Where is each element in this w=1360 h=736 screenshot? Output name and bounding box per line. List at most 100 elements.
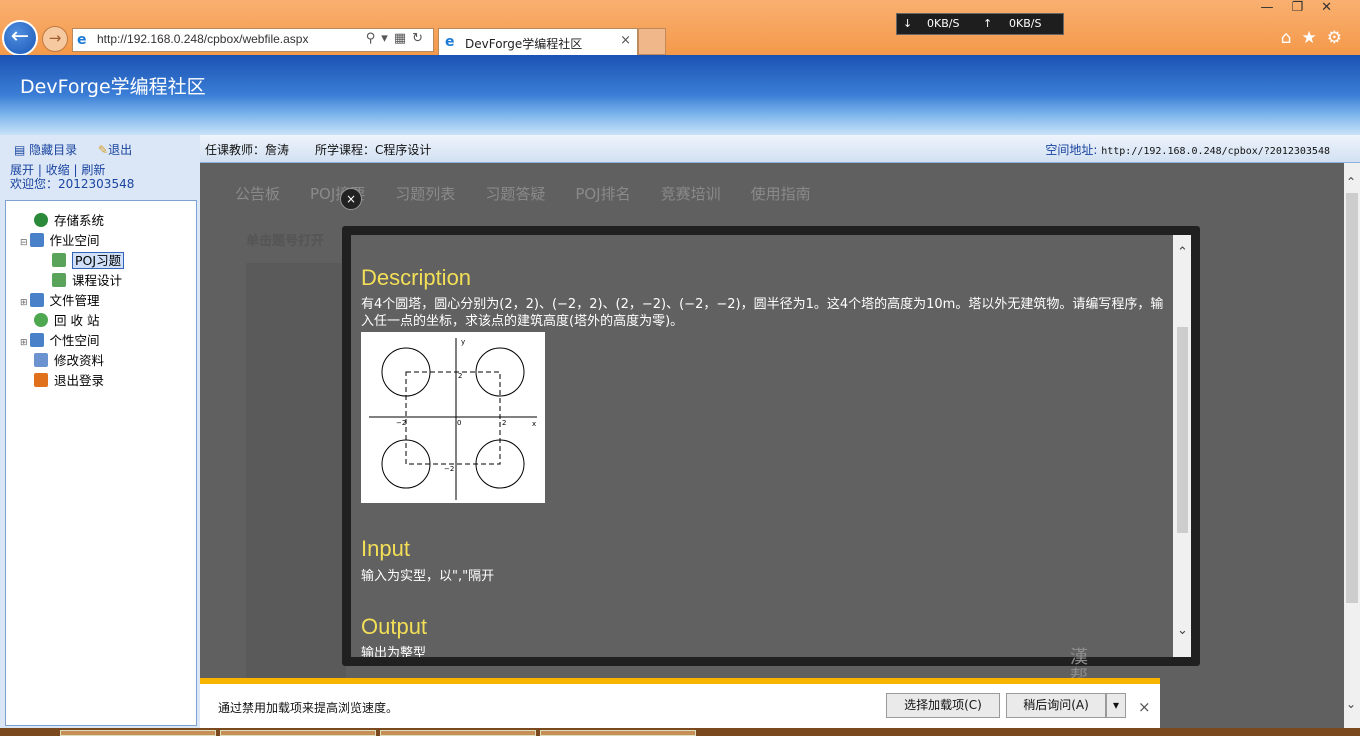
upload-speed: 0KB/S	[1009, 17, 1042, 30]
restore-icon[interactable]: ❐	[1291, 0, 1321, 15]
taskbar-item[interactable]	[380, 730, 536, 736]
tree-item-edit-profile[interactable]: 修改资料	[34, 350, 104, 370]
gear-icon[interactable]: ⚙	[1327, 28, 1352, 48]
menu-item[interactable]: 习题答疑	[485, 185, 545, 203]
scroll-up-icon[interactable]: ⌃	[1346, 175, 1358, 189]
problem-modal: Description 有4个圆塔，圆心分别为(2，2)、(−2，2)、(2，−…	[342, 226, 1200, 666]
hide-menu-label: 隐藏目录	[29, 143, 78, 157]
address-bar[interactable]: e http://192.168.0.248/cpbox/webfile.asp…	[72, 28, 434, 52]
browser-tab[interactable]: e DevForge学编程社区 ×	[438, 28, 638, 55]
tick-label: −2	[396, 419, 406, 427]
tree-item-personal[interactable]: ⊞ 个性空间	[20, 330, 100, 350]
space-address-url[interactable]: http://192.168.0.248/cpbox/?2012303548	[1101, 146, 1330, 157]
menu-item[interactable]: 竞赛培训	[661, 185, 721, 203]
welcome-text: 欢迎您：2012303548	[10, 177, 135, 191]
menu-item[interactable]: POJ排名	[575, 185, 630, 203]
tab-title: DevForge学编程社区	[465, 37, 583, 51]
notification-text: 通过禁用加载项来提高浏览速度。	[218, 701, 399, 715]
choose-addons-button[interactable]: 选择加载项(C)	[886, 693, 1000, 718]
sidebar-links: 展开 | 收缩 | 刷新 欢迎您：2012303548	[10, 163, 134, 191]
home-icon[interactable]: ⌂	[1281, 28, 1302, 48]
modal-close-button[interactable]: ×	[340, 188, 362, 210]
scroll-down-icon[interactable]: ⌄	[1346, 697, 1358, 711]
close-icon[interactable]: ✕	[1321, 0, 1350, 15]
taskbar-item[interactable]	[220, 730, 376, 736]
teacher-info: 任课教师：詹涛	[205, 143, 290, 157]
download-arrow-icon: ↓	[903, 17, 913, 30]
exit-icon	[34, 373, 48, 387]
page-scrollbar[interactable]: ⌃ ⌄	[1344, 163, 1360, 736]
problem-table	[246, 263, 346, 693]
tree-item-course-design[interactable]: 课程设计	[52, 270, 122, 290]
taskbar-item[interactable]	[540, 730, 696, 736]
tab-close-icon[interactable]: ×	[620, 33, 631, 48]
edit-icon: ✎	[98, 143, 109, 157]
directory-tree: 存储系统 ⊟ 作业空间 POJ习题 课程设计 ⊞ 文件管理 回 收 站 ⊞ 个性空间 …	[5, 200, 197, 726]
problem-figure: y x 0 2 2 −2 −2	[361, 332, 545, 503]
tree-item-label: 个性空间	[49, 333, 100, 348]
tree-item-homework[interactable]: ⊟ 作业空间	[20, 230, 100, 250]
tree-item-recycle[interactable]: 回 收 站	[34, 310, 99, 330]
scroll-down-icon[interactable]: ⌄	[1177, 623, 1188, 638]
logout-link[interactable]: ✎退出	[98, 141, 132, 158]
collapse-icon[interactable]: ⊟	[20, 238, 28, 248]
new-tab-button[interactable]	[638, 28, 666, 55]
page-scroll-thumb[interactable]	[1346, 193, 1358, 603]
hide-menu-button[interactable]: ▤ 隐藏目录	[14, 141, 77, 158]
modal-scrollbar[interactable]: ⌃ ⌄	[1173, 235, 1191, 657]
recycle-icon	[34, 313, 48, 327]
tree-item-label: 退出登录	[54, 373, 105, 388]
info-bar: ▤ 隐藏目录 ✎退出 任课教师：詹涛 所学课程：C程序设计 空间地址: http…	[0, 135, 1360, 163]
expand-icon[interactable]: ⊞	[20, 338, 28, 348]
back-button[interactable]: ←	[2, 20, 38, 56]
menu-item[interactable]: 习题列表	[395, 185, 455, 203]
dashed-square	[405, 371, 501, 465]
taskbar-item[interactable]	[60, 730, 216, 736]
chevron-down-icon[interactable]: ▾	[1106, 693, 1126, 718]
ie-icon: e	[77, 32, 87, 48]
modal-body: Description 有4个圆塔，圆心分别为(2，2)、(−2，2)、(2，−…	[351, 235, 1191, 657]
globe-icon	[34, 213, 48, 227]
folder-icon	[29, 233, 44, 247]
info-bar-left: ▤ 隐藏目录 ✎退出	[0, 135, 200, 163]
menu-item[interactable]: 公告板	[235, 185, 280, 203]
scroll-up-icon[interactable]: ⌃	[1177, 245, 1188, 260]
modal-scroll-thumb[interactable]	[1177, 327, 1188, 533]
tree-item-file-mgmt[interactable]: ⊞ 文件管理	[20, 290, 100, 310]
notification-close-icon[interactable]: ×	[1138, 698, 1151, 716]
ie-icon: e	[445, 34, 455, 50]
tree-item-poj[interactable]: POJ习题	[52, 250, 125, 270]
menu-item[interactable]: 使用指南	[751, 185, 811, 203]
tree-item-storage[interactable]: 存储系统	[34, 210, 104, 230]
address-url[interactable]: http://192.168.0.248/cpbox/webfile.aspx	[97, 32, 308, 46]
y-axis-label: y	[461, 338, 465, 346]
expand-collapse-refresh[interactable]: 展开 | 收缩 | 刷新	[10, 163, 134, 177]
page-title: 单击题号打开	[246, 234, 325, 249]
minimize-icon[interactable]: —	[1260, 0, 1291, 15]
tick-label: −2	[444, 465, 454, 473]
site-header: DevForge学编程社区	[0, 55, 1360, 135]
expand-icon[interactable]: ⊞	[20, 298, 28, 308]
star-icon[interactable]: ★	[1302, 28, 1327, 48]
input-text: 输入为实型，以","隔开	[361, 569, 495, 584]
window-controls[interactable]: —❐✕	[1260, 0, 1350, 15]
download-speed: 0KB/S	[927, 17, 960, 30]
origin-label: 0	[457, 419, 461, 427]
browser-nav-icons[interactable]: ⌂★⚙	[1281, 28, 1352, 48]
description-text: 有4个圆塔，圆心分别为(2，2)、(−2，2)、(2，−2)、(−2，−2)，圆…	[361, 297, 1164, 329]
tree-item-label: POJ习题	[72, 252, 125, 269]
output-title: Output	[361, 614, 428, 639]
ask-later-button[interactable]: 稍后询问(A)	[1006, 693, 1106, 718]
tower-circle	[475, 347, 525, 397]
forward-button[interactable]: →	[42, 26, 68, 52]
description-title: Description	[361, 265, 472, 290]
menu-icon: ▤	[14, 143, 26, 157]
upload-arrow-icon: ↑	[983, 17, 993, 30]
search-icon[interactable]: ⚲▾▦↻	[366, 31, 429, 46]
notification-bar: 通过禁用加载项来提高浏览速度。 选择加载项(C) 稍后询问(A) ▾ ×	[200, 678, 1160, 732]
tree-item-logout[interactable]: 退出登录	[34, 370, 104, 390]
input-title: Input	[361, 536, 410, 561]
space-address: 空间地址: http://192.168.0.248/cpbox/?201230…	[1045, 141, 1330, 158]
document-icon	[52, 273, 66, 287]
tree-item-label: 文件管理	[49, 293, 100, 308]
